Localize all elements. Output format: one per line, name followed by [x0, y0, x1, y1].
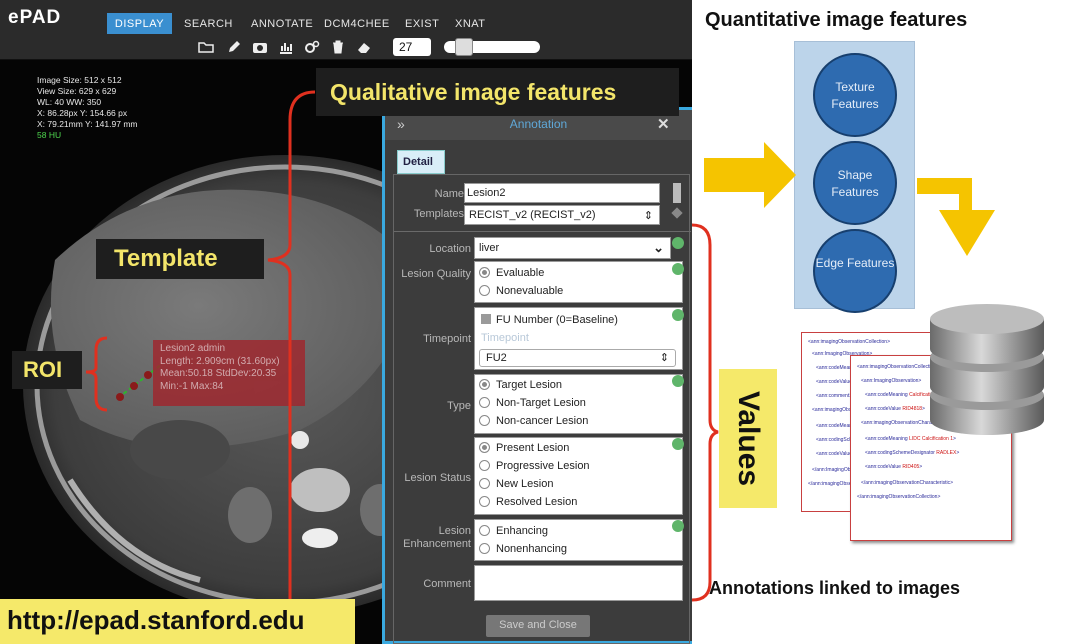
annotations-linked-title: Annotations linked to images — [709, 578, 961, 598]
qualitative-features-callout: Qualitative image features — [316, 68, 679, 116]
edge-features-circle: Edge Features — [813, 229, 897, 313]
roi-callout: ROI — [12, 351, 82, 389]
figure: ePAD DISPLAY SEARCH ANNOTATE DCM4CHEE EX… — [0, 0, 1066, 644]
values-bracket-ext — [692, 223, 719, 602]
arrow-down-icon — [917, 178, 995, 256]
arrow-right-icon — [704, 142, 796, 208]
shape-features-circle: Shape Features — [813, 141, 897, 225]
values-text: Values — [732, 390, 765, 487]
quantitative-features-title: Quantitative image features — [705, 9, 968, 31]
database-icon — [930, 304, 1044, 435]
texture-features-circle: Texture Features — [813, 53, 897, 137]
epad-window: ePAD DISPLAY SEARCH ANNOTATE DCM4CHEE EX… — [0, 0, 692, 644]
values-label: Values — [719, 369, 777, 508]
url-label: http://epad.stanford.edu — [0, 599, 355, 644]
template-callout: Template — [96, 239, 264, 279]
